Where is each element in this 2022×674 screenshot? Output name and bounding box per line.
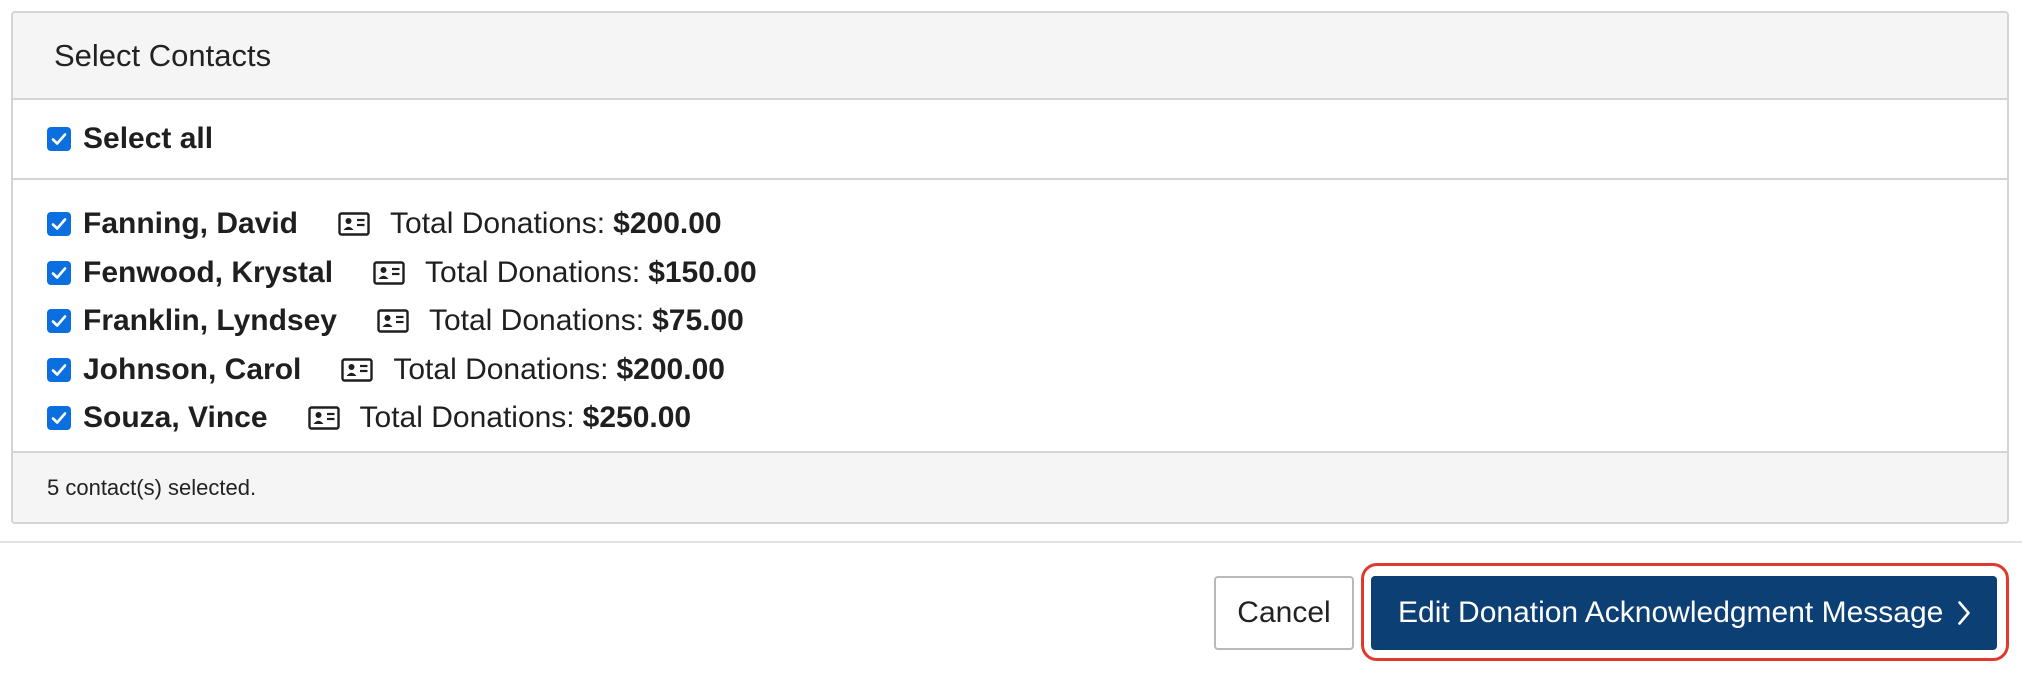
contact-card-icon[interactable] — [338, 212, 370, 236]
contact-checkbox[interactable] — [47, 309, 71, 334]
contact-checkbox[interactable] — [47, 260, 71, 285]
contact-name[interactable]: Fanning, David — [83, 207, 298, 241]
cancel-button-label: Cancel — [1237, 596, 1331, 629]
panel-header: Select Contacts — [13, 13, 2007, 100]
select-all-label[interactable]: Select all — [83, 122, 213, 156]
contact-row: Franklin, Lyndsey Total Donations: $75.0… — [13, 297, 2007, 346]
total-donations-label: Total Donations: — [390, 207, 606, 241]
contact-card-icon[interactable] — [341, 358, 374, 382]
total-donations-amount: $200.00 — [613, 207, 722, 241]
total-donations-amount: $250.00 — [582, 401, 692, 435]
selected-count-text: 5 contact(s) selected. — [47, 474, 257, 500]
contact-row: Souza, Vince Total Donations: $250.00 — [13, 394, 2007, 443]
checkmark-icon — [51, 412, 67, 425]
contact-row: Johnson, Carol Total Donations: $200.00 — [13, 346, 2007, 395]
contact-list: Fanning, David Total Donations: $200.00 … — [13, 180, 2007, 453]
contact-checkbox[interactable] — [47, 212, 71, 237]
edit-acknowledgment-message-button[interactable]: Edit Donation Acknowledgment Message — [1371, 576, 1997, 650]
cancel-button[interactable]: Cancel — [1214, 576, 1354, 650]
panel-title: Select Contacts — [54, 37, 272, 73]
contact-name[interactable]: Souza, Vince — [83, 401, 268, 435]
total-donations-amount: $75.00 — [652, 304, 744, 338]
contact-name[interactable]: Franklin, Lyndsey — [83, 304, 337, 338]
contact-card-icon[interactable] — [307, 406, 340, 430]
edit-acknowledgment-message-label: Edit Donation Acknowledgment Message — [1398, 596, 1944, 629]
select-all-row[interactable]: Select all — [13, 100, 2007, 180]
checkmark-icon — [51, 266, 67, 279]
select-contacts-panel: Select Contacts Select all Fanning, Davi… — [11, 11, 2009, 524]
checkmark-icon — [51, 133, 67, 145]
total-donations-label: Total Donations: — [428, 304, 645, 338]
contact-card-icon[interactable] — [377, 309, 409, 333]
contact-checkbox[interactable] — [47, 406, 71, 431]
contact-row: Fenwood, Krystal Total Donations: $150.0… — [13, 249, 2007, 298]
select-all-checkbox[interactable] — [47, 127, 71, 151]
panel-footer: 5 contact(s) selected. — [13, 453, 2007, 522]
contact-checkbox[interactable] — [47, 357, 71, 382]
divider — [0, 541, 2022, 543]
total-donations-label: Total Donations: — [359, 401, 575, 435]
total-donations-amount: $200.00 — [616, 352, 725, 386]
chevron-right-icon — [1957, 600, 1971, 626]
checkmark-icon — [51, 218, 67, 231]
contact-row: Fanning, David Total Donations: $200.00 — [13, 200, 2007, 249]
total-donations-amount: $150.00 — [648, 255, 757, 289]
checkmark-icon — [51, 363, 67, 376]
total-donations-label: Total Donations: — [393, 352, 609, 386]
contact-name[interactable]: Fenwood, Krystal — [83, 256, 333, 290]
contact-card-icon[interactable] — [373, 261, 405, 285]
checkmark-icon — [51, 315, 67, 328]
contact-name[interactable]: Johnson, Carol — [83, 353, 301, 387]
total-donations-label: Total Donations: — [425, 255, 641, 289]
